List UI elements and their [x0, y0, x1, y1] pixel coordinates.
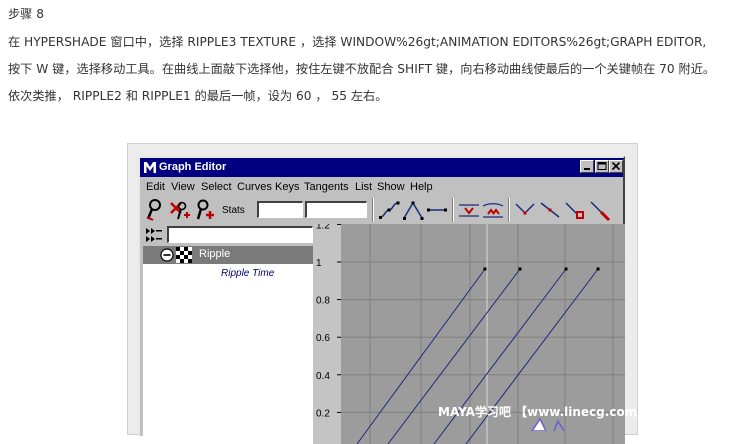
key-insert-icon [170, 201, 190, 220]
spline-tangents-button[interactable] [377, 198, 401, 222]
outliner-node-row[interactable]: Ripple [143, 246, 313, 264]
mascot-icon [531, 417, 565, 431]
break-tangents-button[interactable] [457, 198, 481, 222]
stats-label: Stats [222, 205, 245, 216]
y-tick-label: 1.2 [316, 224, 330, 231]
y-tick-label: 0.4 [316, 371, 330, 382]
outliner-header [143, 224, 313, 246]
keyframe-point [596, 267, 600, 271]
outliner-attribute-item[interactable]: Ripple Time [221, 268, 274, 279]
menu-bar: Edit View Select Curves Keys Tangents Li… [140, 179, 623, 196]
y-tick-label: 0.6 [316, 333, 330, 344]
keyframe-point [564, 267, 568, 271]
article-line-3: 依次类推， RIPPLE2 和 RIPPLE1 的最后一帧，设为 60 ， 55… [8, 89, 388, 103]
weighted-tangents-button[interactable] [513, 198, 537, 222]
break-tangent-icon [459, 204, 479, 217]
y-tick-label: 0.2 [316, 408, 330, 419]
key-add-icon [196, 199, 214, 220]
y-tick-label: 0.8 [316, 296, 330, 307]
move-key-tool-button[interactable] [144, 198, 168, 222]
insert-key-tool-button[interactable] [168, 198, 192, 222]
menu-list[interactable]: List [355, 181, 372, 193]
lock-tangent-weight-button[interactable] [563, 198, 587, 222]
linear-tangent-icon [403, 201, 424, 220]
toolbar: Stats [140, 196, 623, 224]
close-button[interactable] [609, 160, 623, 173]
outliner-filter-icon[interactable] [144, 225, 164, 245]
non-weighted-tangents-button[interactable] [538, 198, 562, 222]
article-line-2: 按下 W 键，选择移动工具。在曲线上面敲下选择他，按住左键不放配合 SHIFT … [8, 62, 716, 76]
close-icon [611, 162, 621, 171]
window-title: Graph Editor [159, 161, 227, 173]
flat-tangents-button[interactable] [425, 198, 449, 222]
title-bar[interactable]: Graph Editor [140, 158, 623, 177]
menu-view[interactable]: View [171, 181, 195, 193]
menu-keys[interactable]: Keys [275, 181, 299, 193]
weighted-tangent-icon [515, 203, 535, 215]
add-key-tool-button[interactable] [192, 198, 216, 222]
watermark: MAYA学习吧 【www.linecg.com/tieba/1800】 [438, 403, 726, 431]
unify-tangent-icon [482, 203, 504, 218]
non-weighted-tangent-icon [540, 202, 560, 218]
toolbar-separator [372, 198, 374, 222]
maya-app-icon[interactable] [143, 160, 157, 174]
free-tangent-weight-button[interactable] [588, 198, 612, 222]
toolbar-separator [452, 198, 454, 222]
menu-edit[interactable]: Edit [146, 181, 165, 193]
menu-select[interactable]: Select [201, 181, 232, 193]
minimize-icon [584, 168, 590, 170]
flat-tangent-icon [427, 208, 447, 212]
spline-tangent-icon [379, 201, 400, 219]
menu-curves[interactable]: Curves [237, 181, 272, 193]
linear-tangents-button[interactable] [401, 198, 425, 222]
keyframe-point [518, 267, 522, 271]
graph-editor-window: Graph Editor Edit View Select Curves Key… [138, 156, 625, 444]
free-weight-icon [590, 201, 611, 222]
stats-value-field[interactable] [305, 201, 367, 218]
outliner-filter-field[interactable] [167, 226, 313, 243]
watermark-brand: MAYA学习吧 [438, 405, 511, 419]
outliner-node-label: Ripple [199, 248, 231, 260]
y-tick-label: 1 [316, 258, 322, 269]
menu-help[interactable]: Help [410, 181, 433, 193]
menu-show[interactable]: Show [377, 181, 405, 193]
stats-frame-field[interactable] [257, 201, 303, 218]
key-move-icon [146, 199, 161, 221]
lock-weight-icon [565, 202, 584, 219]
article-line-1: 在 HYPERSHADE 窗口中，选择 RIPPLE3 TEXTURE ，选择 … [8, 35, 707, 49]
ripple-texture-icon [176, 247, 192, 263]
step-heading: 步骤 8 [8, 7, 45, 21]
menu-tangents[interactable]: Tangents [304, 181, 349, 193]
article: 步骤 8 在 HYPERSHADE 窗口中，选择 RIPPLE3 TEXTURE… [8, 0, 750, 110]
maximize-icon [597, 162, 607, 170]
minimize-button[interactable] [580, 160, 594, 173]
keyframe-point [483, 267, 487, 271]
unify-tangents-button[interactable] [481, 198, 505, 222]
outliner-panel: Ripple Ripple Time [143, 224, 313, 444]
toolbar-separator [508, 198, 510, 222]
maximize-button[interactable] [595, 160, 609, 173]
collapse-icon[interactable] [160, 248, 174, 262]
